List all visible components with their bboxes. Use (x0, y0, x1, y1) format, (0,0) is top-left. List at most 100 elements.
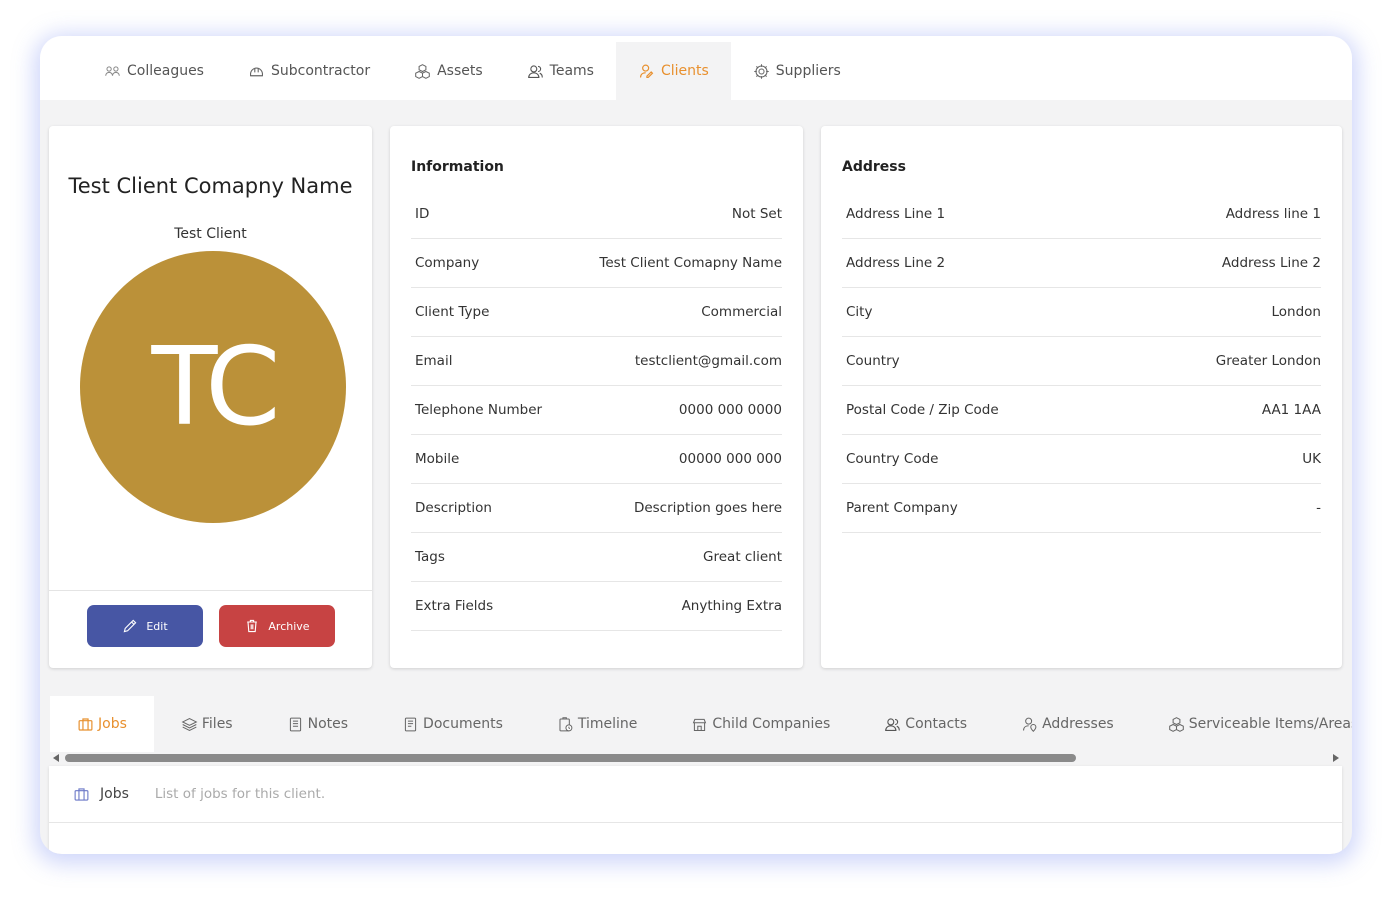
tabs-scrollbar[interactable] (50, 752, 1342, 764)
tab-label: Subcontractor (270, 63, 371, 79)
tab-teams[interactable]: Teams (505, 42, 616, 100)
jobs-panel: Jobs List of jobs for this client. (49, 766, 1342, 854)
clipboard-clock-icon (559, 716, 573, 731)
team-icon (527, 64, 543, 78)
row-label: Address Line 1 (846, 206, 946, 222)
users-icon (105, 65, 120, 76)
address-row-country: Country Greater London (842, 337, 1321, 386)
client-icon (639, 64, 654, 78)
tab-label: Teams (549, 63, 594, 79)
team-icon (885, 717, 901, 731)
row-value: Commercial (701, 304, 782, 320)
row-label: Postal Code / Zip Code (846, 402, 999, 418)
tab-subcontractor[interactable]: Subcontractor (226, 42, 392, 100)
tab-label: Suppliers (775, 63, 841, 79)
address-card: Address Address Line 1 Address line 1 Add… (821, 126, 1342, 668)
tab-colleagues[interactable]: Colleagues (82, 42, 226, 100)
tab-notes[interactable]: Notes (260, 696, 375, 752)
information-title: Information (411, 159, 504, 175)
tab-label: Clients (660, 63, 709, 79)
row-value: AA1 1AA (1261, 402, 1321, 418)
edit-button[interactable]: Edit (87, 605, 203, 647)
archive-label: Archive (268, 619, 310, 633)
avatar: TC (80, 251, 346, 523)
row-label: Extra Fields (415, 598, 494, 614)
row-label: Company (415, 255, 480, 271)
app-window: Colleagues Subcontractor Assets Teams Cl… (40, 36, 1352, 854)
tab-child-companies[interactable]: Child Companies (664, 696, 857, 752)
info-row-id: ID Not Set (411, 190, 782, 239)
row-value: Address line 1 (1225, 206, 1321, 222)
info-row-client-type: Client Type Commercial (411, 288, 782, 337)
row-label: Address Line 2 (846, 255, 946, 271)
info-row-extra-fields: Extra Fields Anything Extra (411, 582, 782, 631)
client-subtitle: Test Client (174, 226, 247, 242)
tab-label: Addresses (1042, 716, 1114, 732)
row-value: London (1271, 304, 1322, 320)
tab-serviceable-items[interactable]: Serviceable Items/Areas (1141, 696, 1352, 752)
tab-label: Colleagues (127, 63, 204, 79)
tab-label: Timeline (577, 716, 638, 732)
row-value: Not Set (731, 206, 782, 222)
address-row-parent-company: Parent Company - (842, 484, 1321, 533)
row-value: - (1316, 500, 1321, 516)
row-label: Description (415, 500, 492, 516)
information-rows: ID Not Set Company Test Client Comapny Nam… (411, 190, 782, 631)
info-row-telephone: Telephone Number 0000 000 0000 (411, 386, 782, 435)
client-name: Test Client Comapny Name (68, 174, 353, 198)
row-label: Parent Company (846, 500, 958, 516)
address-rows: Address Line 1 Address line 1 Address Lin… (842, 190, 1321, 533)
tab-label: Files (201, 716, 233, 732)
boxes-icon (415, 63, 430, 79)
tab-label: Child Companies (712, 716, 831, 732)
tab-label: Notes (307, 716, 349, 732)
row-value: Anything Extra (681, 598, 782, 614)
row-value: Description goes here (633, 500, 782, 516)
tab-documents[interactable]: Documents (375, 696, 530, 752)
scroll-left-icon[interactable] (53, 754, 59, 762)
row-label: Tags (415, 549, 445, 565)
user-location-icon (1023, 717, 1037, 732)
layers-icon (181, 717, 198, 731)
jobs-description: List of jobs for this client. (154, 786, 326, 802)
briefcase-icon (74, 787, 89, 801)
tab-label: Contacts (905, 716, 968, 732)
scrollbar-thumb[interactable] (65, 754, 1076, 762)
scroll-right-icon[interactable] (1333, 754, 1339, 762)
tab-label: Serviceable Items/Areas (1188, 716, 1352, 732)
info-row-description: Description Description goes here (411, 484, 782, 533)
tab-suppliers[interactable]: Suppliers (731, 42, 863, 100)
row-label: City (846, 304, 873, 320)
tab-jobs[interactable]: Jobs (50, 696, 154, 752)
address-row-city: City London (842, 288, 1321, 337)
tab-assets[interactable]: Assets (392, 42, 505, 100)
jobs-title: Jobs (100, 786, 129, 802)
information-card: Information ID Not Set Company Test Client… (390, 126, 803, 668)
tab-files[interactable]: Files (154, 696, 260, 752)
row-label: Mobile (415, 451, 460, 467)
address-row-postal-code: Postal Code / Zip Code AA1 1AA (842, 386, 1321, 435)
archive-button[interactable]: Archive (219, 605, 335, 647)
address-title: Address (842, 159, 906, 175)
store-icon (693, 718, 707, 731)
divider (49, 590, 372, 591)
helmet-icon (249, 67, 263, 76)
info-row-company: Company Test Client Comapny Name (411, 239, 782, 288)
briefcase-icon (78, 717, 93, 731)
row-label: Telephone Number (415, 402, 543, 418)
note-icon (289, 717, 301, 731)
tab-contacts[interactable]: Contacts (857, 696, 994, 752)
tab-timeline[interactable]: Timeline (530, 696, 665, 752)
row-value: Test Client Comapny Name (599, 255, 782, 271)
tab-addresses[interactable]: Addresses (994, 696, 1141, 752)
address-row-line1: Address Line 1 Address line 1 (842, 190, 1321, 239)
tab-label: Assets (437, 63, 483, 79)
address-row-line2: Address Line 2 Address Line 2 (842, 239, 1321, 288)
row-value: Greater London (1215, 353, 1321, 369)
tab-clients[interactable]: Clients (615, 42, 731, 100)
trash-icon (247, 619, 258, 633)
info-row-email: Email testclient@gmail.com (411, 337, 782, 386)
row-value: 0000 000 0000 (678, 402, 782, 418)
row-label: Country Code (846, 451, 939, 467)
tab-label: Documents (423, 716, 503, 732)
